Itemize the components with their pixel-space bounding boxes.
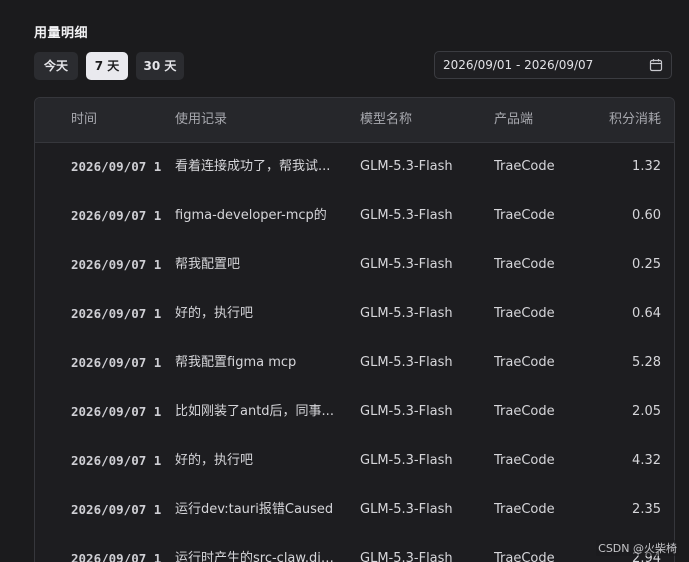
calendar-icon[interactable]	[649, 58, 663, 72]
cell-product: TraeCode	[494, 257, 555, 272]
column-header-points: 积分消耗	[608, 112, 661, 127]
table-row: 2026/09/07 1 运行dev:tauri报错Caused GLM-5.3…	[35, 486, 674, 536]
cell-record: 比如刚装了antd后，同事...	[175, 404, 334, 419]
cell-model: GLM-5.3-Flash	[360, 257, 453, 272]
cell-record: figma-developer-mcp的	[175, 208, 327, 223]
cell-record: 运行时产生的src-claw.diff文	[175, 551, 335, 562]
table-header: 时间 使用记录 模型名称 产品端 积分消耗	[35, 98, 674, 143]
range-7-days-button[interactable]: 7 天	[86, 52, 128, 80]
table-row: 2026/09/07 1 figma-developer-mcp的 GLM-5.…	[35, 192, 674, 242]
cell-model: GLM-5.3-Flash	[360, 453, 453, 468]
cell-product: TraeCode	[494, 208, 555, 223]
cell-model: GLM-5.3-Flash	[360, 551, 453, 562]
cell-model: GLM-5.3-Flash	[360, 355, 453, 370]
date-range-value: 2026/09/01 - 2026/09/07	[443, 58, 594, 72]
cell-points: 0.64	[632, 306, 661, 321]
cell-product: TraeCode	[494, 404, 555, 419]
column-header-time: 时间	[71, 112, 98, 127]
table-row: 2026/09/07 1 帮我配置figma mcp GLM-5.3-Flash…	[35, 339, 674, 389]
cell-product: TraeCode	[494, 306, 555, 321]
cell-model: GLM-5.3-Flash	[360, 306, 453, 321]
cell-record: 看着连接成功了，帮我试...	[175, 159, 331, 174]
column-header-product: 产品端	[494, 112, 534, 127]
cell-time: 2026/09/07 1	[71, 404, 162, 419]
watermark: CSDN @火柴椅	[596, 540, 679, 556]
cell-record: 运行dev:tauri报错Caused	[175, 502, 334, 517]
usage-details-page: 用量明细 今天 7 天 30 天 2026/09/01 - 2026/09/07…	[0, 0, 689, 562]
cell-points: 0.60	[632, 208, 661, 223]
cell-points: 4.32	[632, 453, 661, 468]
table-row: 2026/09/07 1 比如刚装了antd后，同事... GLM-5.3-Fl…	[35, 388, 674, 438]
range-30-days-button[interactable]: 30 天	[136, 52, 184, 80]
cell-time: 2026/09/07 1	[71, 257, 162, 272]
table-row: 2026/09/07 1 看着连接成功了，帮我试... GLM-5.3-Flas…	[35, 143, 674, 193]
cell-record: 好的，执行吧	[175, 306, 254, 321]
cell-points: 2.05	[632, 404, 661, 419]
cell-model: GLM-5.3-Flash	[360, 502, 453, 517]
table-row: 2026/09/07 1 运行时产生的src-claw.diff文 GLM-5.…	[35, 535, 674, 562]
column-header-model: 模型名称	[360, 112, 413, 127]
cell-product: TraeCode	[494, 502, 555, 517]
table-row: 2026/09/07 1 好的，执行吧 GLM-5.3-Flash TraeCo…	[35, 290, 674, 340]
cell-points: 5.28	[632, 355, 661, 370]
cell-time: 2026/09/07 1	[71, 306, 162, 321]
cell-time: 2026/09/07 1	[71, 502, 162, 517]
cell-time: 2026/09/07 1	[71, 453, 162, 468]
section-title: 用量明细	[34, 26, 89, 41]
cell-product: TraeCode	[494, 159, 555, 174]
cell-record: 帮我配置吧	[175, 257, 241, 272]
table-row: 2026/09/07 1 帮我配置吧 GLM-5.3-Flash TraeCod…	[35, 241, 674, 291]
cell-product: TraeCode	[494, 355, 555, 370]
date-range-picker[interactable]: 2026/09/01 - 2026/09/07	[434, 51, 672, 79]
cell-product: TraeCode	[494, 551, 555, 562]
cell-points: 2.35	[632, 502, 661, 517]
cell-time: 2026/09/07 1	[71, 355, 162, 370]
cell-record: 好的，执行吧	[175, 453, 254, 468]
cell-points: 0.25	[632, 257, 661, 272]
usage-table: 时间 使用记录 模型名称 产品端 积分消耗 2026/09/07 1 看着连接成…	[34, 97, 675, 562]
cell-record: 帮我配置figma mcp	[175, 355, 297, 370]
cell-model: GLM-5.3-Flash	[360, 404, 453, 419]
range-today-button[interactable]: 今天	[34, 52, 78, 80]
cell-model: GLM-5.3-Flash	[360, 208, 453, 223]
table-row: 2026/09/07 1 好的，执行吧 GLM-5.3-Flash TraeCo…	[35, 437, 674, 487]
cell-time: 2026/09/07 1	[71, 159, 162, 174]
cell-product: TraeCode	[494, 453, 555, 468]
cell-points: 1.32	[632, 159, 661, 174]
column-header-record: 使用记录	[175, 112, 228, 127]
cell-time: 2026/09/07 1	[71, 551, 162, 562]
cell-model: GLM-5.3-Flash	[360, 159, 453, 174]
cell-time: 2026/09/07 1	[71, 208, 162, 223]
